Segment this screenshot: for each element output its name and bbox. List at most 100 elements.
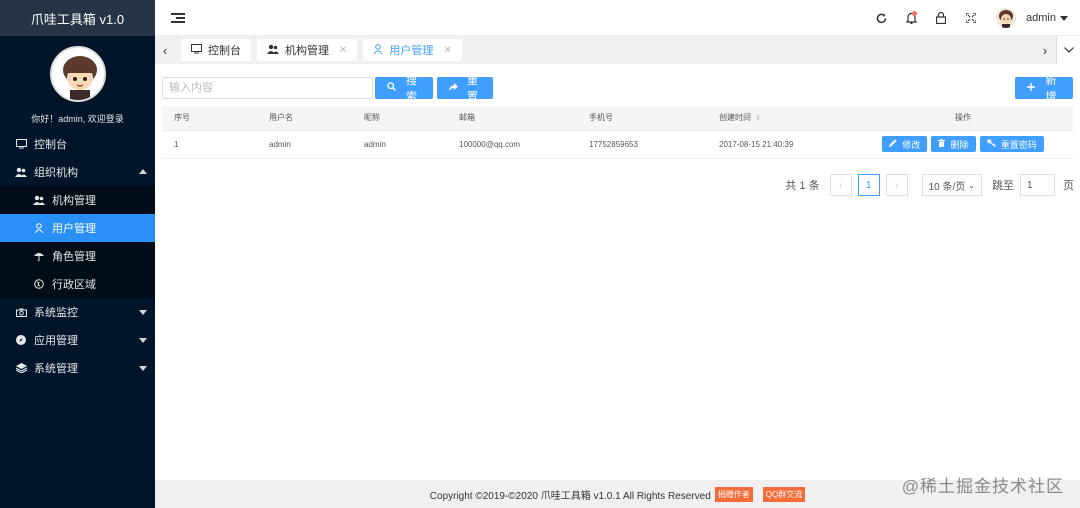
bell-icon[interactable] — [896, 0, 926, 36]
caret-down-icon — [1060, 15, 1068, 21]
sidebar-item-label: 行政区域 — [52, 279, 96, 291]
reset-password-button[interactable]: 重置密码 — [979, 136, 1044, 152]
caret-down-icon — [139, 366, 147, 371]
lock-icon[interactable] — [926, 0, 956, 36]
main-content: 搜索 重置 新增 序号 用户名 昵称 邮箱 手机号 创建时间 ⇕ 操作 — [155, 64, 1080, 480]
chevron-down-icon[interactable] — [1056, 36, 1080, 64]
layers-icon — [14, 363, 28, 373]
tab-org-manage[interactable]: 机构管理 ✕ — [257, 39, 358, 61]
user-icon — [32, 223, 46, 233]
search-icon — [387, 82, 396, 94]
sidebar-item-monitor[interactable]: 系统监控 — [0, 298, 155, 326]
column-header: 手机号 — [577, 106, 707, 131]
page-size-select[interactable]: 10 条/页 ⌄ — [921, 174, 982, 196]
column-header-sortable[interactable]: 创建时间 ⇕ — [707, 106, 853, 131]
sidebar-item-role-manage[interactable]: 角色管理 — [0, 242, 155, 270]
sidebar-item-region[interactable]: 行政区域 — [0, 270, 155, 298]
page-size-value: 10 条/页 — [928, 181, 966, 193]
search-button-label: 搜索 — [406, 75, 417, 103]
cell-username: admin — [257, 130, 352, 159]
reset-button[interactable]: 重置 — [437, 75, 493, 103]
cell-created: 2017-08-15 21:40:39 — [707, 130, 853, 159]
header-actions: admin — [866, 0, 1080, 36]
avatar — [996, 8, 1017, 28]
sidebar-item-label: 用户管理 — [52, 223, 96, 235]
tab-dashboard[interactable]: 控制台 — [181, 39, 251, 61]
sidebar-item-dashboard[interactable]: 控制台 — [0, 130, 155, 158]
add-button-label: 新增 — [1045, 75, 1057, 103]
refresh-icon[interactable] — [866, 0, 896, 36]
prev-page-button[interactable]: ‹ — [829, 174, 852, 196]
donate-badge[interactable]: 捐赠作者 — [714, 486, 753, 502]
edit-button-label: 修改 — [902, 139, 921, 150]
cell-actions: 修改 删除 重置密码 — [853, 130, 1073, 159]
search-toolbar: 搜索 重置 — [162, 75, 493, 103]
tab-label: 用户管理 — [389, 45, 434, 57]
watermark: @稀土掘金技术社区 — [901, 477, 1064, 496]
monitor-icon — [191, 43, 202, 57]
top-header: admin — [155, 0, 1080, 36]
team-icon — [32, 195, 46, 205]
sidebar-item-organization[interactable]: 组织机构 — [0, 158, 155, 186]
jump-page-input[interactable]: 1 — [1020, 174, 1055, 196]
column-header: 用户名 — [257, 106, 352, 131]
chevron-right-icon[interactable]: › — [1034, 36, 1056, 64]
total-count: 共 1 条 — [785, 180, 820, 192]
tab-label: 机构管理 — [285, 45, 329, 57]
umbrella-icon — [32, 251, 46, 261]
close-icon[interactable]: ✕ — [443, 45, 451, 56]
avatar[interactable] — [49, 46, 106, 102]
compass-icon — [14, 335, 28, 345]
pagination: 共 1 条 ‹ 1 › 10 条/页 ⌄ 跳至 1 页 — [785, 174, 1074, 196]
search-button[interactable]: 搜索 — [375, 75, 433, 103]
table-header-row: 序号 用户名 昵称 邮箱 手机号 创建时间 ⇕ 操作 — [162, 106, 1073, 131]
sidebar-item-label: 机构管理 — [52, 195, 96, 207]
fullscreen-icon[interactable] — [956, 0, 986, 36]
copyright-text: Copyright ©2019-©2020 爪哇工具箱 v1.0.1 All R… — [429, 490, 711, 502]
chevron-left-icon[interactable]: ‹ — [155, 36, 175, 64]
sidebar-item-label: 系统监控 — [34, 307, 78, 319]
table-row: 1 admin admin 100000@qq.com 17752859653 … — [162, 130, 1073, 159]
caret-up-icon — [139, 169, 147, 174]
sidebar-item-user-manage[interactable]: 用户管理 — [0, 214, 155, 242]
plus-icon — [1027, 82, 1035, 94]
tab-user-manage[interactable]: 用户管理 ✕ — [363, 39, 462, 61]
next-page-button[interactable]: › — [885, 174, 908, 196]
sidebar-item-org-manage[interactable]: 机构管理 — [0, 186, 155, 214]
sidebar-item-system[interactable]: 系统管理 — [0, 354, 155, 382]
qq-group-badge[interactable]: QQ群交流 — [762, 486, 806, 502]
app-title: 爪哇工具箱 v1.0 — [0, 0, 155, 36]
sidebar-item-apps[interactable]: 应用管理 — [0, 326, 155, 354]
search-input[interactable] — [162, 77, 373, 99]
tabs-bar: ‹ 控制台 机构管理 ✕ 用户管理 ✕ › — [155, 36, 1080, 64]
cell-email: 100000@qq.com — [447, 130, 577, 159]
key-icon — [986, 139, 996, 149]
username: admin — [1026, 12, 1056, 24]
page-number[interactable]: 1 — [857, 174, 880, 196]
close-icon[interactable]: ✕ — [339, 45, 347, 56]
monitor-icon — [14, 139, 28, 149]
sidebar-menu: 控制台 组织机构 机构管理 用户管理 角色管理 行政区域 系统监控 应用管理 系… — [0, 130, 155, 382]
sort-icon[interactable]: ⇕ — [755, 114, 761, 122]
user-menu[interactable]: admin — [996, 8, 1068, 28]
user-table: 序号 用户名 昵称 邮箱 手机号 创建时间 ⇕ 操作 1 admin admin … — [162, 106, 1073, 159]
team-icon — [267, 44, 279, 57]
cell-phone: 17752859653 — [577, 130, 707, 159]
column-header-label: 创建时间 — [719, 113, 751, 123]
cell-nickname: admin — [352, 130, 447, 159]
delete-button[interactable]: 删除 — [931, 136, 976, 152]
delete-button-label: 删除 — [950, 139, 969, 150]
tabs-controls: › — [1034, 36, 1080, 64]
tab-label: 控制台 — [208, 45, 241, 57]
menu-toggle-icon[interactable] — [171, 11, 185, 25]
reset-password-button-label: 重置密码 — [1000, 139, 1037, 150]
add-button[interactable]: 新增 — [1015, 75, 1073, 103]
sidebar-item-label: 控制台 — [34, 139, 67, 151]
edit-button[interactable]: 修改 — [882, 136, 928, 152]
sidebar-item-label: 角色管理 — [52, 251, 96, 263]
sidebar-item-label: 应用管理 — [34, 335, 78, 347]
pencil-icon — [889, 139, 897, 149]
column-header: 序号 — [162, 106, 257, 131]
users-icon — [14, 167, 28, 177]
sidebar: 爪哇工具箱 v1.0 你好！admin, 欢迎登录 控制台 组织机构 机构管理 … — [0, 0, 155, 508]
